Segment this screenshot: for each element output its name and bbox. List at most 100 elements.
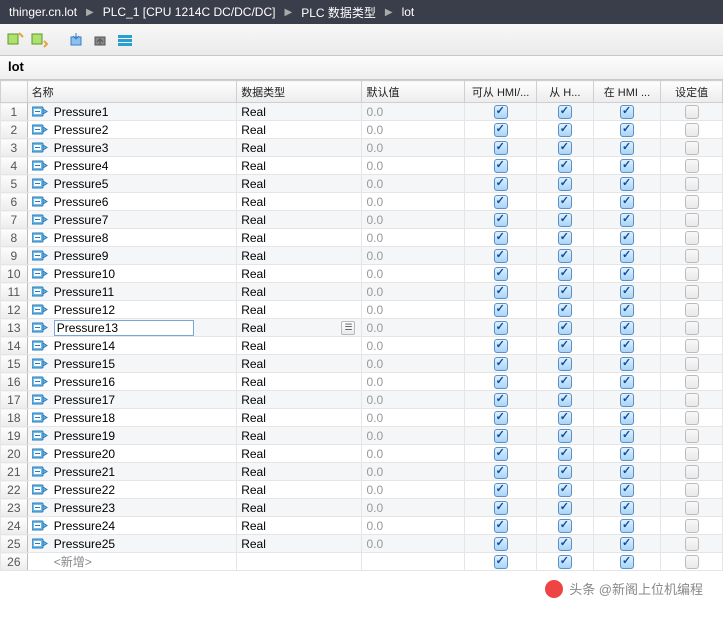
cell-in-hmi[interactable] <box>593 517 661 535</box>
cell-from-hmi[interactable] <box>537 355 593 373</box>
checkbox-icon[interactable] <box>494 303 508 317</box>
checkbox-icon[interactable] <box>685 447 699 461</box>
cell-hmi-opc[interactable] <box>465 301 537 319</box>
variable-table[interactable]: 名称 数据类型 默认值 可从 HMI/... 从 H... 在 HMI ... … <box>0 80 723 618</box>
cell-default[interactable]: 0.0 <box>362 535 465 553</box>
cell-setpoint[interactable] <box>661 463 723 481</box>
cell-from-hmi[interactable] <box>537 373 593 391</box>
checkbox-icon[interactable] <box>620 123 634 137</box>
checkbox-icon[interactable] <box>620 447 634 461</box>
checkbox-icon[interactable] <box>685 393 699 407</box>
cell-default[interactable]: 0.0 <box>362 499 465 517</box>
checkbox-icon[interactable] <box>685 357 699 371</box>
table-row[interactable]: 18Pressure18Real0.0 <box>1 409 723 427</box>
checkbox-icon[interactable] <box>685 231 699 245</box>
table-row[interactable]: 3Pressure3Real0.0 <box>1 139 723 157</box>
checkbox-icon[interactable] <box>620 141 634 155</box>
checkbox-icon[interactable] <box>685 411 699 425</box>
cell-name[interactable]: Pressure22 <box>27 481 237 499</box>
checkbox-icon[interactable] <box>620 411 634 425</box>
cell-from-hmi[interactable] <box>537 517 593 535</box>
cell-name[interactable]: Pressure1 <box>27 103 237 121</box>
cell-default[interactable]: 0.0 <box>362 139 465 157</box>
cell-name[interactable]: Pressure2 <box>27 121 237 139</box>
cell-from-hmi[interactable] <box>537 247 593 265</box>
cell-hmi-opc[interactable] <box>465 409 537 427</box>
checkbox-icon[interactable] <box>685 375 699 389</box>
cell-dtype[interactable]: Real <box>237 265 362 283</box>
table-row[interactable]: 6Pressure6Real0.0 <box>1 193 723 211</box>
cell-dtype[interactable]: Real <box>237 139 362 157</box>
cell-hmi-opc[interactable] <box>465 247 537 265</box>
checkbox-icon[interactable] <box>558 177 572 191</box>
checkbox-icon[interactable] <box>494 357 508 371</box>
checkbox-icon[interactable] <box>620 483 634 497</box>
cell-in-hmi[interactable] <box>593 283 661 301</box>
crumb-3[interactable]: lot <box>402 5 415 19</box>
cell-dtype[interactable]: Real <box>237 247 362 265</box>
cell-name[interactable]: Pressure19 <box>27 427 237 445</box>
cell-hmi-opc[interactable] <box>465 499 537 517</box>
cell-name[interactable]: Pressure16 <box>27 373 237 391</box>
cell-hmi-opc[interactable] <box>465 265 537 283</box>
checkbox-icon[interactable] <box>685 105 699 119</box>
cell-dtype[interactable]: Real <box>237 535 362 553</box>
cell-setpoint[interactable] <box>661 391 723 409</box>
checkbox-icon[interactable] <box>494 177 508 191</box>
cell-in-hmi[interactable] <box>593 463 661 481</box>
col-default[interactable]: 默认值 <box>362 81 465 103</box>
checkbox-icon[interactable] <box>620 159 634 173</box>
cell-name[interactable]: Pressure24 <box>27 517 237 535</box>
cell-default[interactable]: 0.0 <box>362 445 465 463</box>
checkbox-icon[interactable] <box>620 267 634 281</box>
checkbox-icon[interactable] <box>494 159 508 173</box>
checkbox-icon[interactable] <box>558 195 572 209</box>
cell-from-hmi[interactable] <box>537 445 593 463</box>
col-name[interactable]: 名称 <box>27 81 237 103</box>
checkbox-icon[interactable] <box>494 195 508 209</box>
cell-default[interactable]: 0.0 <box>362 283 465 301</box>
cell-in-hmi[interactable] <box>593 427 661 445</box>
checkbox-icon[interactable] <box>558 303 572 317</box>
name-input[interactable] <box>54 320 194 336</box>
cell-name[interactable]: Pressure10 <box>27 265 237 283</box>
checkbox-icon[interactable] <box>558 249 572 263</box>
cell-from-hmi[interactable] <box>537 283 593 301</box>
cell-default[interactable]: 0.0 <box>362 157 465 175</box>
checkbox-icon[interactable] <box>558 267 572 281</box>
cell-setpoint[interactable] <box>661 139 723 157</box>
checkbox-icon[interactable] <box>685 501 699 515</box>
cell-setpoint[interactable] <box>661 283 723 301</box>
col-setpoint[interactable]: 设定值 <box>661 81 723 103</box>
checkbox-icon[interactable] <box>685 285 699 299</box>
checkbox-icon[interactable] <box>620 231 634 245</box>
checkbox-icon[interactable] <box>685 249 699 263</box>
checkbox-icon[interactable] <box>620 213 634 227</box>
checkbox-icon[interactable] <box>620 501 634 515</box>
cell-setpoint[interactable] <box>661 373 723 391</box>
cell-in-hmi[interactable] <box>593 121 661 139</box>
cell-setpoint[interactable] <box>661 157 723 175</box>
table-row[interactable]: 2Pressure2Real0.0 <box>1 121 723 139</box>
cell-default[interactable]: 0.0 <box>362 121 465 139</box>
cell-dtype[interactable]: Real <box>237 409 362 427</box>
cell-dtype[interactable]: Real <box>237 517 362 535</box>
checkbox-icon[interactable] <box>685 465 699 479</box>
cell-in-hmi[interactable] <box>593 337 661 355</box>
checkbox-icon[interactable] <box>620 303 634 317</box>
checkbox-icon[interactable] <box>685 141 699 155</box>
col-hmi-opc[interactable]: 可从 HMI/... <box>465 81 537 103</box>
cell-default[interactable]: 0.0 <box>362 229 465 247</box>
cell-default[interactable]: 0.0 <box>362 319 465 337</box>
checkbox-icon[interactable] <box>494 213 508 227</box>
cell-in-hmi[interactable] <box>593 409 661 427</box>
cell-hmi-opc[interactable] <box>465 319 537 337</box>
table-row[interactable]: 22Pressure22Real0.0 <box>1 481 723 499</box>
checkbox-icon[interactable] <box>620 249 634 263</box>
dtype-dropdown-icon[interactable]: ☰ <box>341 321 355 335</box>
cell-setpoint[interactable] <box>661 301 723 319</box>
cell-hmi-opc[interactable] <box>465 103 537 121</box>
checkbox-icon[interactable] <box>620 321 634 335</box>
checkbox-icon[interactable] <box>558 285 572 299</box>
cell-from-hmi[interactable] <box>537 103 593 121</box>
